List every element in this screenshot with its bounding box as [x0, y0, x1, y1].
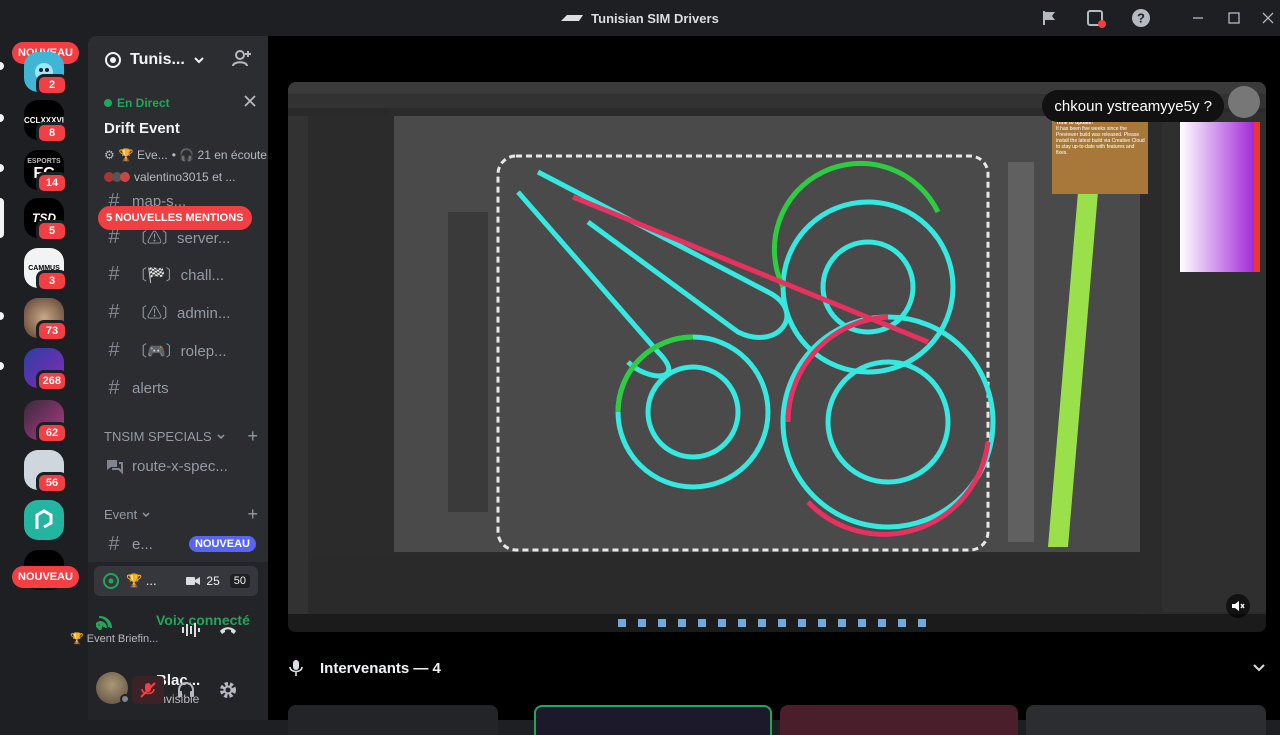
speakers-label: Intervenants — 4 — [320, 659, 441, 677]
forum-icon — [107, 460, 123, 475]
speakers-header[interactable]: Intervenants — 4 — [288, 648, 1266, 688]
server-icon[interactable]: 2 — [24, 52, 68, 96]
screen-share-stream[interactable]: Time to update! It has been five weeks s… — [288, 82, 1266, 632]
voice-channel-name[interactable]: 🏆 Event Briefin... — [70, 632, 158, 645]
category-header[interactable]: TNSIM SPECIALS + — [96, 426, 260, 447]
server-icon[interactable]: CCLXXXVI 8 — [24, 100, 68, 144]
active-stage-row[interactable]: 🏆 ... 25 50 — [94, 566, 258, 596]
settings-gear-icon[interactable] — [218, 680, 238, 705]
stage-icon: ⚙ — [104, 148, 115, 162]
new-tag: NOUVEAU — [188, 536, 256, 552]
inbox-icon[interactable] — [1084, 6, 1108, 30]
add-channel-icon[interactable]: + — [247, 426, 258, 447]
unread-indicator — [0, 62, 4, 70]
mute-mic-button[interactable] — [132, 676, 164, 704]
update-notice: Time to update! It has been five weeks s… — [1056, 120, 1145, 156]
mention-badge: 14 — [36, 172, 68, 194]
mention-badge: 5 — [36, 220, 68, 242]
text-channel-icon: # — [108, 225, 120, 248]
server-avatar — [24, 500, 64, 540]
speaker-tile[interactable] — [288, 705, 498, 735]
unread-indicator — [0, 164, 4, 172]
mention-badge: 3 — [36, 270, 68, 292]
server-rail: NOUVEAU 2 CCLXXXVI 8 ESPORTSFC 14 TSD 5 … — [0, 36, 88, 720]
server-icon-selected[interactable]: TSD 5 — [24, 198, 68, 242]
mention-badge: 268 — [35, 370, 68, 392]
selected-indicator — [0, 198, 4, 238]
channel-item[interactable]: # 〔⚠〕admin... — [96, 295, 260, 329]
locked-channel-icon: # — [108, 338, 120, 361]
mention-badge: 56 — [36, 472, 68, 494]
text-channel-icon: # — [108, 262, 120, 285]
event-title: Drift Event — [104, 120, 180, 137]
channel-item[interactable]: # 〔🏁〕chall... — [96, 257, 260, 291]
mention-badge: 62 — [36, 422, 68, 444]
add-channel-icon[interactable]: + — [247, 504, 258, 525]
disconnect-icon[interactable] — [218, 620, 238, 645]
live-label: En Direct — [104, 96, 170, 110]
avatar — [1228, 86, 1260, 118]
server-icon[interactable]: 62 — [24, 400, 68, 444]
stage-view: Time to update! It has been five weeks s… — [268, 36, 1280, 735]
mute-stream-icon[interactable] — [1226, 594, 1250, 618]
title-bar: Tunisian SIM Drivers ? — [0, 0, 1280, 36]
event-users: valentino3015 et ... — [104, 170, 235, 184]
chevron-down-icon — [194, 57, 204, 64]
add-user-icon[interactable] — [232, 48, 252, 73]
flag-icon[interactable] — [1038, 6, 1062, 30]
mic-muted-icon — [140, 682, 156, 698]
chevron-down-icon — [142, 511, 150, 517]
channel-item[interactable]: # alerts — [96, 371, 260, 405]
help-icon[interactable]: ? — [1129, 6, 1153, 30]
server-icon[interactable]: CAMMUS 3 — [24, 248, 68, 292]
server-logo-icon — [561, 15, 584, 21]
server-icon[interactable]: 73 — [24, 298, 68, 342]
new-unread-pill-bottom[interactable]: NOUVEAU — [12, 566, 80, 588]
chevron-down-icon — [1253, 664, 1265, 672]
headphones-icon[interactable] — [176, 680, 196, 705]
guild-name: Tunis... — [130, 51, 185, 68]
close-icon[interactable] — [1256, 6, 1280, 30]
chevron-down-icon — [217, 433, 225, 439]
guild-header[interactable]: Tunis... — [88, 36, 268, 84]
server-icon[interactable] — [24, 500, 64, 540]
noise-suppression-icon[interactable] — [180, 620, 200, 645]
avatar — [120, 172, 130, 182]
server-icon[interactable]: 268 — [24, 348, 68, 392]
close-icon[interactable] — [244, 94, 256, 112]
server-icon[interactable]: 56 — [24, 450, 68, 494]
channel-item[interactable]: # 〔🎮〕rolep... — [96, 333, 260, 367]
voice-connected-block — [88, 600, 268, 662]
stage-channel-icon — [103, 573, 119, 589]
maximize-icon[interactable] — [1222, 6, 1246, 30]
mention-badge: 8 — [36, 122, 68, 144]
minimize-icon[interactable] — [1186, 6, 1210, 30]
channel-item[interactable]: # 〔⚠〕server... — [96, 220, 260, 254]
speaker-tile-active[interactable] — [534, 705, 772, 735]
server-icon[interactable]: ESPORTSFC 14 — [24, 150, 68, 194]
unread-indicator — [0, 362, 4, 370]
unread-indicator — [0, 114, 4, 122]
locked-channel-icon: # — [108, 376, 120, 399]
community-icon — [105, 52, 121, 68]
stream-video-frame — [288, 82, 1266, 632]
text-channel-icon: # — [108, 532, 120, 555]
invisible-status-icon — [120, 694, 130, 704]
event-meta: ⚙ 🏆 Eve... • 🎧 21 en écoute — [104, 148, 267, 162]
speaker-tile[interactable] — [1026, 705, 1266, 735]
mention-badge: 2 — [36, 74, 68, 96]
speaker-tile[interactable] — [780, 705, 1018, 735]
channel-item[interactable]: # e... NOUVEAU — [96, 527, 260, 561]
mention-badge: 73 — [36, 320, 68, 342]
svg-text:?: ? — [1137, 11, 1145, 26]
video-icon — [186, 577, 201, 585]
mic-icon — [289, 660, 303, 676]
live-dot-icon — [104, 99, 112, 107]
unread-indicator — [0, 312, 4, 320]
category-header[interactable]: Event + — [96, 504, 260, 525]
chat-bubble: chkoun ystreamyye5y ? — [1042, 90, 1224, 122]
forum-channel-item[interactable]: route-x-spec... — [96, 449, 260, 483]
server-logo-icon — [35, 509, 53, 529]
locked-channel-icon: # — [108, 300, 120, 323]
